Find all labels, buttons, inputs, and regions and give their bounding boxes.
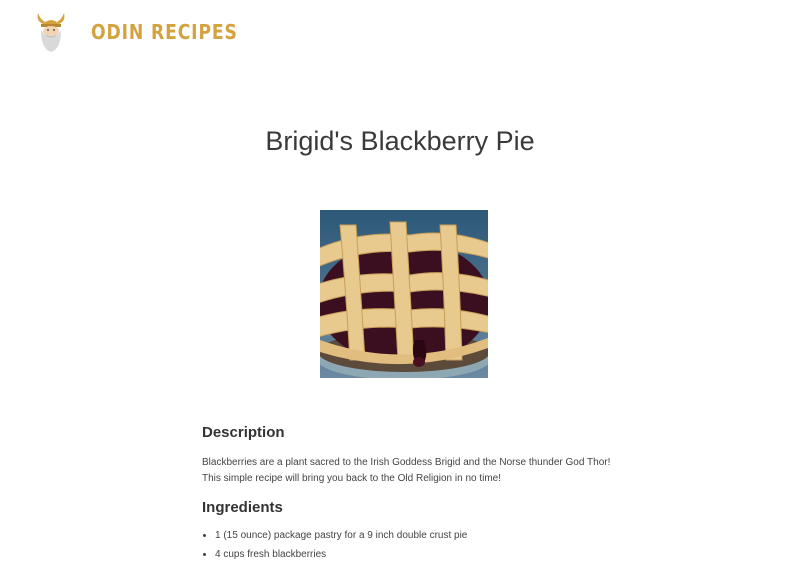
list-item: 4 cups fresh blackberries	[215, 549, 612, 561]
list-item: 1 (15 ounce) package pastry for a 9 inch…	[215, 530, 612, 542]
viking-odin-logo-icon[interactable]	[34, 11, 68, 53]
ingredients-heading: Ingredients	[202, 499, 283, 516]
recipe-page: ODIN RECIPES Brigid's Blackberry Pie Des…	[0, 0, 800, 566]
description-text: Blackberries are a plant sacred to the I…	[202, 457, 611, 484]
recipe-title: Brigid's Blackberry Pie	[265, 126, 535, 156]
recipe-content: Description Blackberries are a plant sac…	[202, 424, 612, 566]
site-title[interactable]: ODIN RECIPES	[91, 20, 238, 44]
description-heading: Description	[202, 424, 285, 441]
site-header: ODIN RECIPES	[34, 10, 262, 54]
ingredient-list: 1 (15 ounce) package pastry for a 9 inch…	[202, 530, 612, 561]
blackberry-pie-photo	[320, 210, 488, 378]
